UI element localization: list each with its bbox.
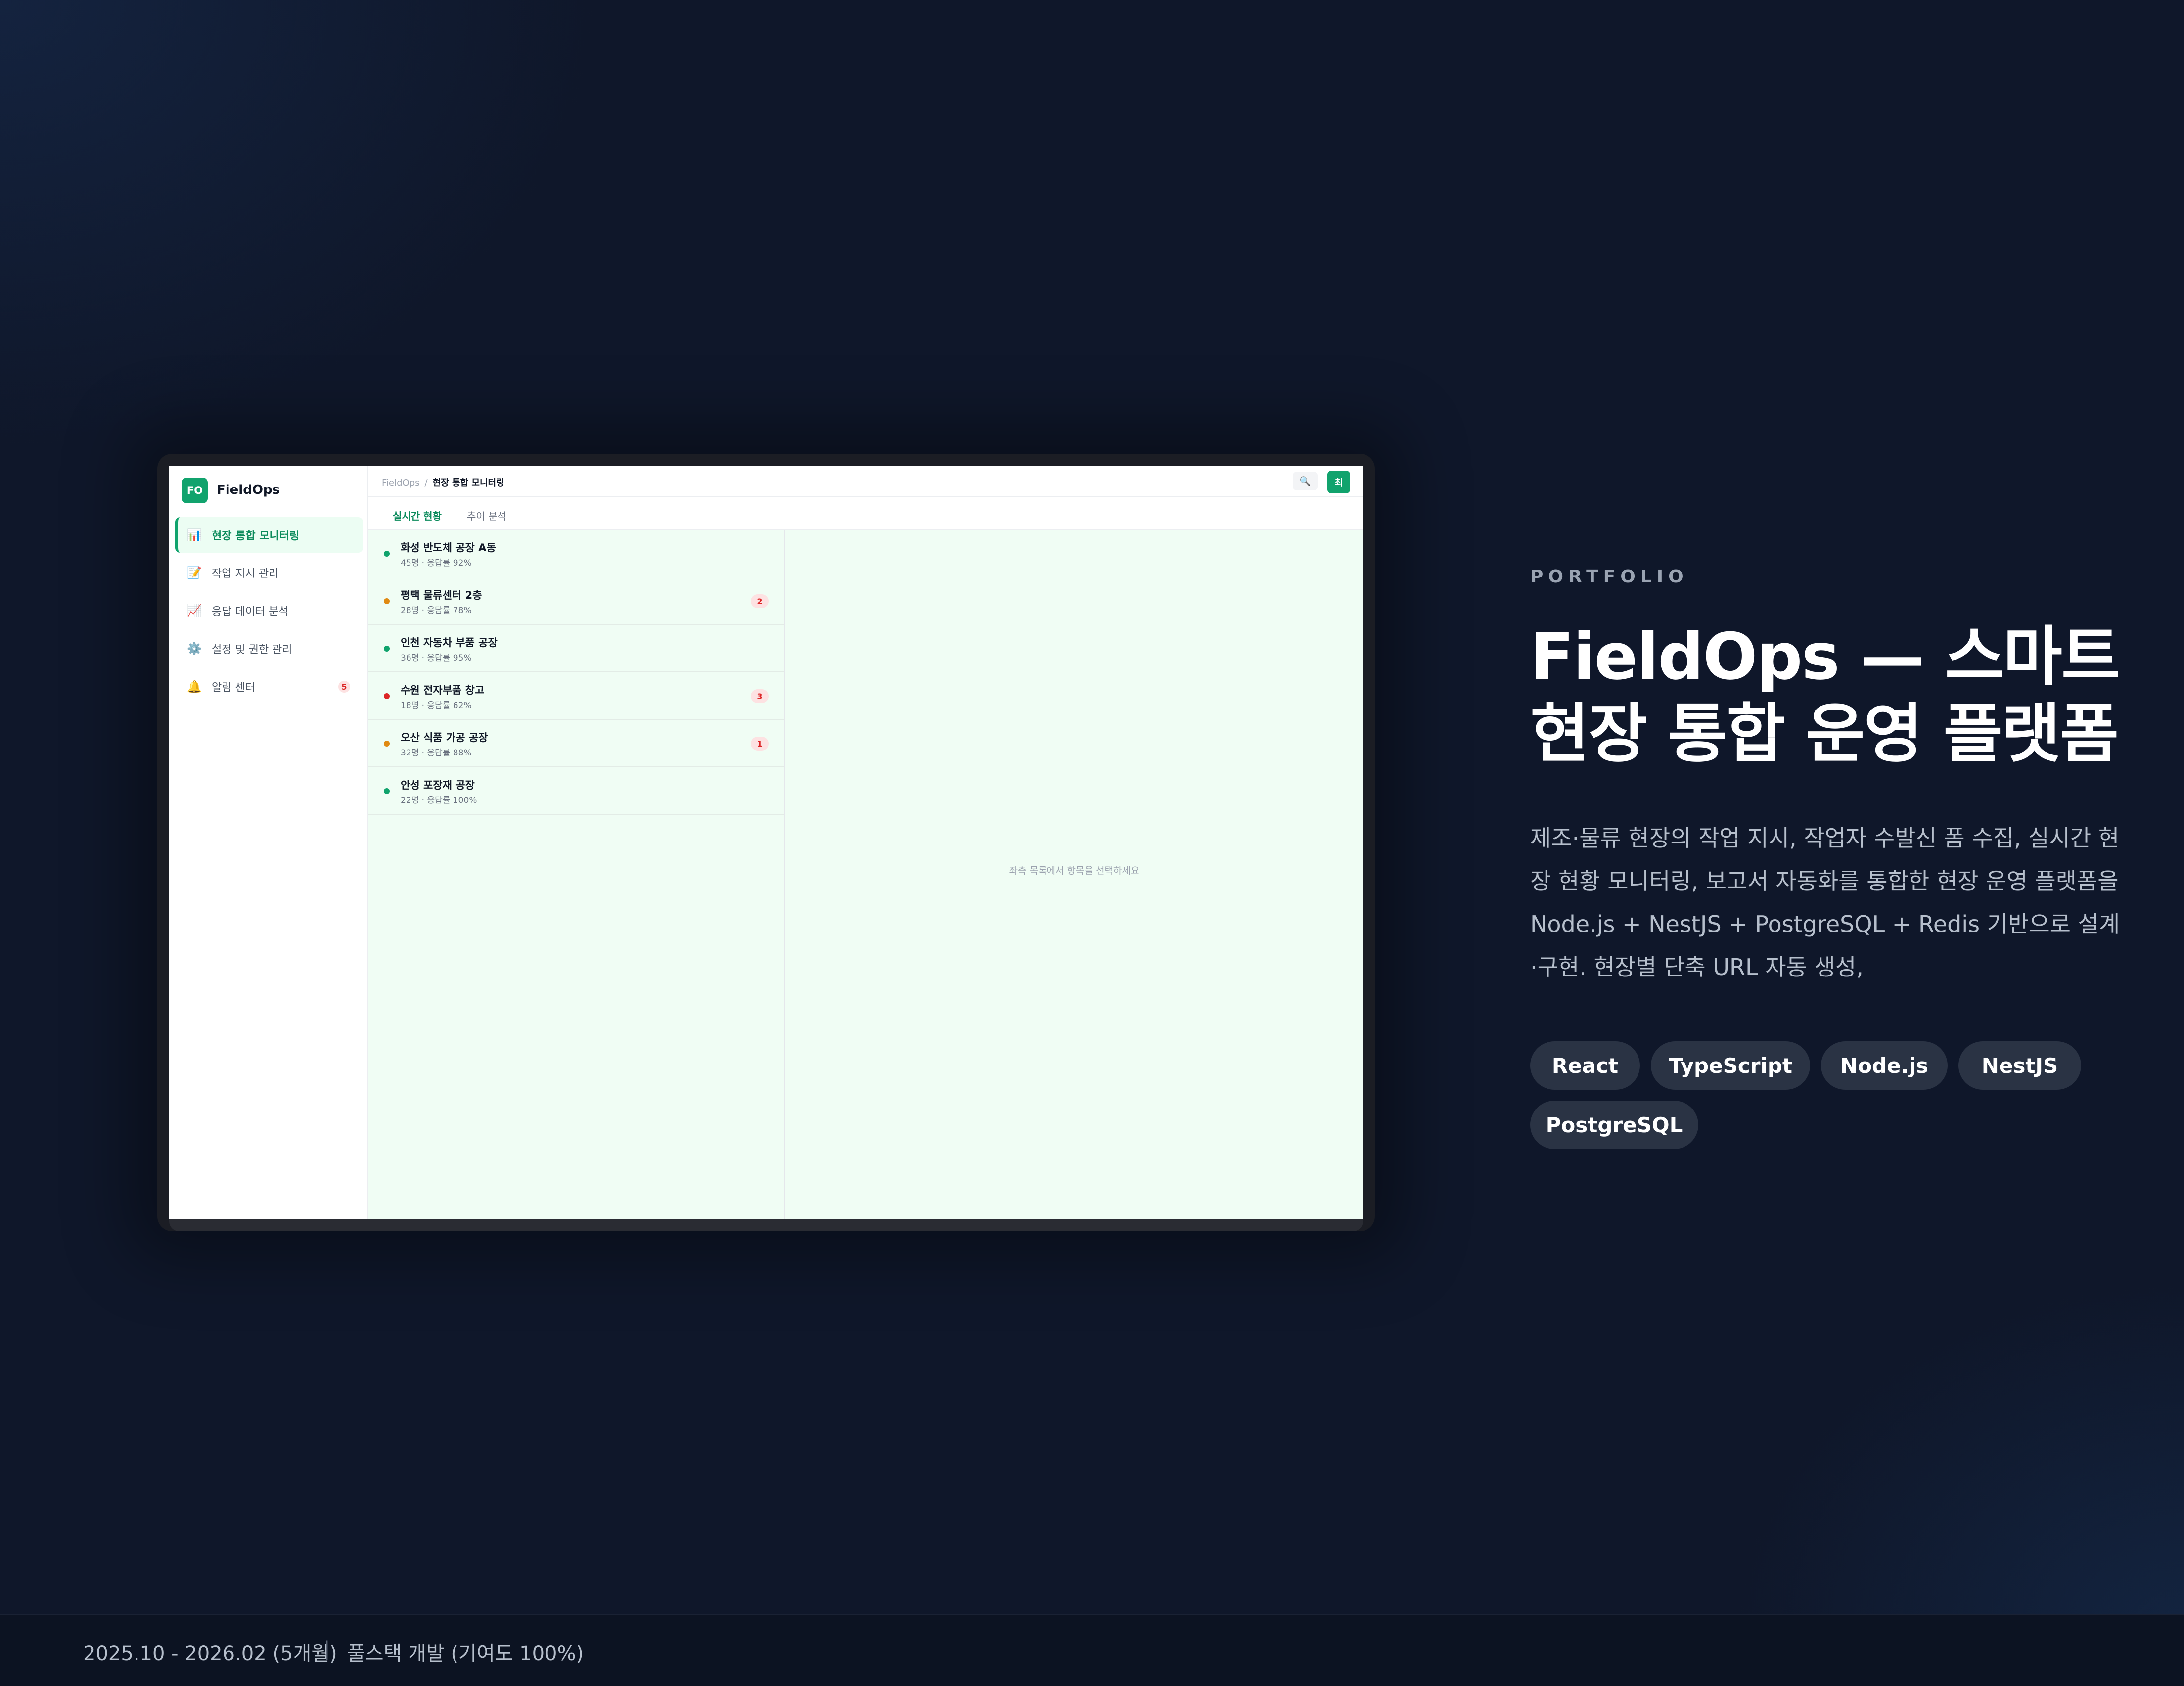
detail-panel: 좌측 목록에서 항목을 선택하세요 xyxy=(785,530,1363,1219)
status-dot xyxy=(384,646,390,652)
notification-count-badge: 5 xyxy=(338,681,350,693)
footer: 2025.10 - 2026.02 (5개월) | 풀스택 개발 (기여도 10… xyxy=(0,1614,2184,1686)
title-line-1: FieldOps — 스마트 xyxy=(1530,619,2120,694)
site-name: 인천 자동차 부품 공장 xyxy=(401,637,498,649)
project-description: 제조·물류 현장의 작업 지시, 작업자 수발신 폼 수집, 실시간 현장 현황… xyxy=(1530,825,2120,980)
sidebar-item-analytics[interactable]: 📈 응답 데이터 분석 xyxy=(175,593,360,628)
memo-icon: 📝 xyxy=(187,566,202,579)
tab-trend-analysis[interactable]: 추이 분석 xyxy=(467,508,506,530)
site-name: 화성 반도체 공장 A동 xyxy=(401,542,496,554)
sidebar-item-label: 응답 데이터 분석 xyxy=(212,606,289,618)
list-item[interactable]: 안성 포장재 공장 22명 · 응답률 100% xyxy=(368,767,784,815)
tech-tag-postgresql: PostgreSQL xyxy=(1530,1101,1698,1149)
sidebar: FO FieldOps 📊 현장 통합 모니터링 📝 작업 지시 관리 📈 응답… xyxy=(169,466,368,1219)
sidebar-item-label: 작업 지시 관리 xyxy=(212,568,279,580)
breadcrumb-current: 현장 통합 모니터링 xyxy=(432,478,504,488)
site-name: 평택 물류센터 2층 xyxy=(401,589,482,601)
laptop-bezel xyxy=(169,1219,1363,1231)
status-dot xyxy=(384,598,390,604)
list-item[interactable]: 인천 자동차 부품 공장 36명 · 응답률 95% xyxy=(368,625,784,672)
top-bar: FieldOps / 현장 통합 모니터링 🔍 최 xyxy=(368,466,1363,497)
laptop-mockup: FO FieldOps 📊 현장 통합 모니터링 📝 작업 지시 관리 📈 응답… xyxy=(157,454,1375,1231)
sidebar-item-monitoring[interactable]: 📊 현장 통합 모니터링 xyxy=(175,517,363,553)
tab-realtime-status[interactable]: 실시간 현황 xyxy=(393,508,442,532)
status-dot xyxy=(384,741,390,747)
list-item[interactable]: 화성 반도체 공장 A동 45명 · 응답률 92% xyxy=(368,530,784,577)
sidebar-item-work-orders[interactable]: 📝 작업 지시 관리 xyxy=(175,555,360,590)
site-name: 안성 포장재 공장 xyxy=(401,779,475,791)
site-meta: 28명 · 응답률 78% xyxy=(401,606,472,616)
list-item[interactable]: 수원 전자부품 창고 18명 · 응답률 62% 3 xyxy=(368,672,784,720)
list-item[interactable]: 평택 물류센터 2층 28명 · 응답률 78% 2 xyxy=(368,577,784,625)
search-icon: 🔍 xyxy=(1299,476,1311,487)
sidebar-item-label: 알림 센터 xyxy=(212,682,255,694)
app-logo[interactable]: FO xyxy=(182,478,208,503)
list-item[interactable]: 오산 식품 가공 공장 32명 · 응답률 88% 1 xyxy=(368,720,784,767)
chart-icon: 📊 xyxy=(187,528,202,542)
tech-tag-typescript: TypeScript xyxy=(1651,1041,1810,1090)
alert-count-badge: 3 xyxy=(751,689,769,703)
app-screen: FO FieldOps 📊 현장 통합 모니터링 📝 작업 지시 관리 📈 응답… xyxy=(169,466,1363,1219)
project-period: 2025.10 - 2026.02 (5개월) xyxy=(83,1642,337,1665)
project-role: 풀스택 개발 (기여도 100%) xyxy=(347,1642,584,1665)
status-dot xyxy=(384,693,390,699)
app-name[interactable]: FieldOps xyxy=(217,483,280,497)
tech-tag-nestjs: NestJS xyxy=(1958,1041,2081,1090)
site-meta: 22명 · 응답률 100% xyxy=(401,796,477,805)
tab-bar: 실시간 현황 추이 분석 xyxy=(368,497,1363,532)
status-dot xyxy=(384,551,390,557)
sidebar-item-label: 설정 및 권한 관리 xyxy=(212,644,292,656)
eyebrow-label: PORTFOLIO xyxy=(1530,567,1688,587)
site-meta: 36명 · 응답률 95% xyxy=(401,653,472,663)
status-dot xyxy=(384,788,390,794)
alert-count-badge: 1 xyxy=(751,737,769,751)
alert-count-badge: 2 xyxy=(751,594,769,608)
sidebar-item-settings[interactable]: ⚙️ 설정 및 권한 관리 xyxy=(175,631,360,666)
breadcrumb-separator: / xyxy=(424,478,428,488)
gear-icon: ⚙️ xyxy=(187,642,202,656)
site-meta: 18명 · 응답률 62% xyxy=(401,701,472,710)
title-line-2: 현장 통합 운영 플랫폼 xyxy=(1530,696,2119,771)
tech-tag-nodejs: Node.js xyxy=(1821,1041,1948,1090)
breadcrumb: FieldOps / 현장 통합 모니터링 xyxy=(382,476,504,488)
site-meta: 45명 · 응답률 92% xyxy=(401,558,472,568)
trend-chart-icon: 📈 xyxy=(187,604,202,618)
footer-divider: | xyxy=(323,1638,330,1660)
bell-icon: 🔔 xyxy=(187,680,202,694)
breadcrumb-root[interactable]: FieldOps xyxy=(382,478,420,488)
site-name: 수원 전자부품 창고 xyxy=(401,684,485,696)
site-list: 화성 반도체 공장 A동 45명 · 응답률 92% 평택 물류센터 2층 28… xyxy=(368,530,785,1219)
sidebar-item-notifications[interactable]: 🔔 알림 센터 5 xyxy=(175,669,360,705)
tech-tag-react: React xyxy=(1530,1041,1640,1090)
project-title: FieldOps — 스마트 현장 통합 운영 플랫폼 xyxy=(1530,618,2124,772)
site-meta: 32명 · 응답률 88% xyxy=(401,748,472,758)
sidebar-item-label: 현장 통합 모니터링 xyxy=(212,530,300,542)
site-name: 오산 식품 가공 공장 xyxy=(401,732,488,744)
avatar[interactable]: 최 xyxy=(1327,471,1350,493)
empty-state-message: 좌측 목록에서 항목을 선택하세요 xyxy=(1009,865,1139,876)
search-button[interactable]: 🔍 xyxy=(1293,472,1318,490)
